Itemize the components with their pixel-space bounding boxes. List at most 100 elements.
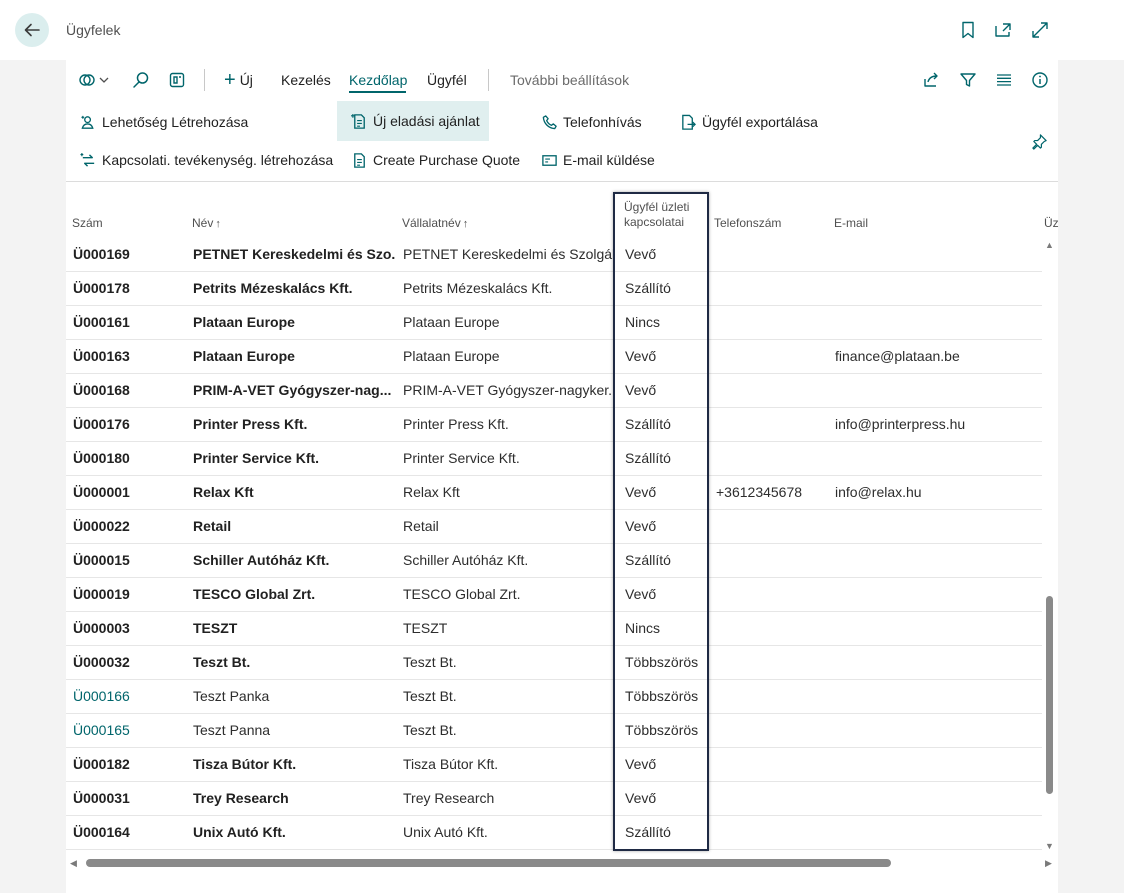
table-row[interactable]: Ü000019 TESCO Global Zrt. TESCO Global Z… [66,577,1042,612]
cell-email [835,713,1035,747]
cell-phone [716,611,828,645]
cell-phone [716,441,828,475]
new-button[interactable]: + Új [224,60,253,100]
table-row[interactable]: Ü000166 Teszt Panka Teszt Bt. Többszörös [66,679,1042,714]
table-row[interactable]: Ü000168 PRIM-A-VET Gyógyszer-nag... PRIM… [66,373,1042,408]
edit-list-button[interactable] [168,60,186,100]
cell-number[interactable]: Ü000032 [73,645,183,679]
table-row[interactable]: Ü000031 Trey Research Trey Research Vevő [66,781,1042,816]
cell-company: Schiller Autóház Kft. [403,552,529,568]
horizontal-scrollbar-thumb[interactable] [86,859,891,867]
search-button[interactable] [132,60,150,100]
table-row[interactable]: Ü000165 Teszt Panna Teszt Bt. Többszörös [66,713,1042,748]
open-new-window-button[interactable] [993,20,1013,40]
scroll-left-arrow[interactable]: ◀ [70,858,77,869]
header-truncated[interactable]: Üz [1044,216,1059,230]
header-company-label: Vállalatnév [402,216,461,230]
cell-name: Tisza Bútor Kft. [193,756,297,772]
action-bar: + Új Kezelés Kezdőlap Ügyfél További beá… [66,60,1058,100]
cell-number[interactable]: Ü000163 [73,339,183,373]
cell-number[interactable]: Ü000178 [73,271,183,305]
table-row[interactable]: Ü000182 Tisza Bútor Kft. Tisza Bútor Kft… [66,747,1042,782]
expand-button[interactable] [1030,20,1050,40]
send-email-action[interactable]: E-mail küldése [540,141,655,179]
cell-phone [716,237,828,271]
cell-number[interactable]: Ü000176 [73,407,183,441]
relation-column-highlight [613,192,709,851]
cell-number[interactable]: Ü000031 [73,781,183,815]
header-number[interactable]: Szám [72,216,103,230]
cell-number[interactable]: Ü000180 [73,441,183,475]
filter-button[interactable] [959,60,977,100]
table-row[interactable]: Ü000001 Relax Kft Relax Kft Vevő +361234… [66,475,1042,510]
cell-number[interactable]: Ü000161 [73,305,183,339]
unpin-actions-button[interactable] [1030,122,1053,160]
cell-number[interactable]: Ü000168 [73,373,183,407]
table-row[interactable]: Ü000161 Plataan Europe Plataan Europe Ni… [66,305,1042,340]
header-company[interactable]: Vállalatnév ↑ [402,216,468,230]
manage-tab[interactable]: Kezelés [281,60,331,100]
table-row[interactable]: Ü000163 Plataan Europe Plataan Europe Ve… [66,339,1042,374]
table-row[interactable]: Ü000169 PETNET Kereskedelmi és Szo... PE… [66,237,1042,272]
back-button[interactable] [15,13,49,47]
scroll-down-arrow[interactable]: ▼ [1045,841,1054,851]
home-tab[interactable]: Kezdőlap [349,60,407,100]
table-row[interactable]: Ü000015 Schiller Autóház Kft. Schiller A… [66,543,1042,578]
divider [66,181,1058,182]
table-row[interactable]: Ü000032 Teszt Bt. Teszt Bt. Többszörös [66,645,1042,680]
table-row[interactable]: Ü000178 Petrits Mézeskalács Kft. Petrits… [66,271,1042,306]
cell-number[interactable]: Ü000019 [73,577,183,611]
send-email-label: E-mail küldése [563,152,655,168]
cell-email: info@relax.hu [835,484,922,500]
header-phone[interactable]: Telefonszám [714,216,781,230]
header-name[interactable]: Név ↑ [192,216,221,230]
views-button[interactable] [78,60,110,100]
scroll-up-arrow[interactable]: ▲ [1045,240,1054,250]
more-options-button[interactable]: További beállítások [510,60,629,100]
cell-number[interactable]: Ü000182 [73,747,183,781]
create-purchase-quote-action[interactable]: Create Purchase Quote [350,141,520,179]
share-button[interactable] [922,60,940,100]
chevron-down-icon [99,77,109,83]
cell-company: TESZT [403,620,448,636]
cell-number[interactable]: Ü000001 [73,475,183,509]
cell-name: PRIM-A-VET Gyógyszer-nag... [193,382,392,398]
search-icon [133,72,149,88]
info-icon [1032,72,1048,88]
cell-email [835,645,1035,679]
cell-number[interactable]: Ü000022 [73,509,183,543]
scroll-right-arrow[interactable]: ▶ [1045,858,1052,869]
customer-tab[interactable]: Ügyfél [427,60,467,100]
export-customer-action[interactable]: Ügyfél exportálása [679,103,818,141]
cell-number[interactable]: Ü000166 [73,679,183,713]
cell-email [835,815,1035,849]
cell-email [835,577,1035,611]
create-opportunity-action[interactable]: Lehetőség Létrehozása [79,103,248,141]
new-sales-quote-action[interactable]: Új eladási ajánlat [337,101,489,141]
open-in-new-window-icon [995,23,1011,37]
active-tab-underline [349,91,406,93]
table-row[interactable]: Ü000022 Retail Retail Vevő [66,509,1042,544]
create-interaction-action[interactable]: Kapcsolati. tevékenység. létrehozása [79,141,333,179]
table-row[interactable]: Ü000164 Unix Autó Kft. Unix Autó Kft. Sz… [66,815,1042,850]
header-email[interactable]: E-mail [834,216,868,230]
cell-number[interactable]: Ü000169 [73,237,183,271]
cell-number[interactable]: Ü000164 [73,815,183,849]
cell-number[interactable]: Ü000003 [73,611,183,645]
phone-call-action[interactable]: Telefonhívás [540,103,642,141]
bookmark-button[interactable] [958,20,978,40]
separator [488,69,489,91]
table-row[interactable]: Ü000180 Printer Service Kft. Printer Ser… [66,441,1042,476]
header-name-label: Név [192,216,214,230]
new-sales-quote-label: Új eladási ajánlat [373,113,480,129]
table-row[interactable]: Ü000176 Printer Press Kft. Printer Press… [66,407,1042,442]
cell-number[interactable]: Ü000165 [73,713,183,747]
cell-name: Teszt Panna [193,722,271,738]
cell-number[interactable]: Ü000015 [73,543,183,577]
cell-email [835,305,1035,339]
table-row[interactable]: Ü000003 TESZT TESZT Nincs [66,611,1042,646]
list-view-button[interactable] [995,60,1013,100]
sales-quote-icon [350,112,368,130]
info-button[interactable] [1031,60,1049,100]
vertical-scrollbar-thumb[interactable] [1046,596,1053,794]
